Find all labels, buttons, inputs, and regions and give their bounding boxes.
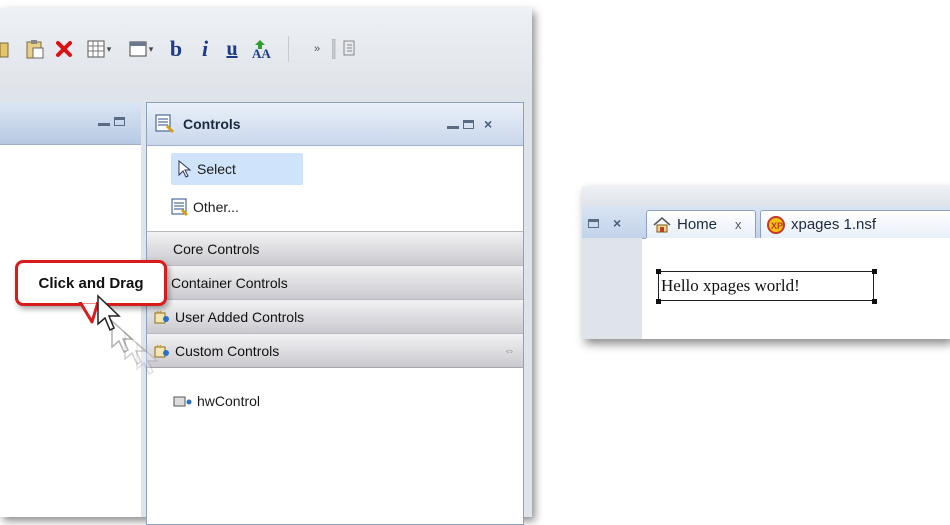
close-icon[interactable]: × <box>484 117 492 131</box>
italic-glyph: i <box>201 36 209 61</box>
tab-xpages-nsf[interactable]: XP xpages 1.nsf <box>760 210 950 238</box>
minimize-icon[interactable] <box>98 123 110 126</box>
hw-control-label: hwControl <box>197 393 261 409</box>
paste-icon[interactable] <box>24 38 46 60</box>
close-icon[interactable]: × <box>613 216 621 230</box>
panel-dropdown-icon[interactable]: ▾ <box>149 44 154 55</box>
home-icon <box>653 216 671 232</box>
other-label: Other... <box>193 199 239 215</box>
table-icon[interactable]: ▾ <box>82 38 116 60</box>
overflow-icon[interactable]: » <box>310 38 324 60</box>
maximize-icon[interactable] <box>463 119 474 129</box>
computed-text-control[interactable]: Hello xpages world! <box>658 271 874 301</box>
delete-icon[interactable] <box>54 38 74 60</box>
section-label: Core Controls <box>173 240 260 257</box>
section-container-controls[interactable]: Container Controls <box>147 265 523 300</box>
table-dropdown-icon[interactable]: ▾ <box>107 44 112 55</box>
nsf-icon: XP <box>767 215 785 234</box>
preview-top-bar <box>582 186 950 206</box>
tab-label: Home <box>677 216 718 233</box>
design-canvas[interactable]: Hello xpages world! <box>646 238 950 339</box>
controls-title: Controls <box>183 116 241 132</box>
controls-palette-icon <box>155 114 175 137</box>
section-user-added-controls[interactable]: User Added Controls <box>147 299 523 334</box>
section-label: User Added Controls <box>175 308 305 325</box>
other-controls-item[interactable]: Other... <box>171 198 239 216</box>
maximize-icon[interactable] <box>588 218 599 228</box>
editor-toolbar: ▾ ▾ b i u AA » <box>0 8 532 90</box>
editor-panel-header <box>0 102 141 145</box>
section-label: Container Controls <box>171 274 288 291</box>
expand-arrows-icon[interactable]: ⇔ <box>504 345 515 357</box>
panel-icon[interactable]: ▾ <box>124 38 158 60</box>
bold-glyph: b <box>169 36 183 61</box>
italic-icon[interactable]: i <box>196 36 214 61</box>
tab-close-icon[interactable]: x <box>735 217 742 232</box>
paste-icon-partial[interactable] <box>0 38 10 60</box>
pointer-icon <box>178 160 192 178</box>
resize-handle[interactable] <box>872 269 877 274</box>
tab-label: xpages 1.nsf <box>791 216 877 233</box>
controls-palette: Controls × Select Other... Core Controls… <box>146 102 524 525</box>
select-label: Select <box>197 161 236 177</box>
svg-text:XP: XP <box>771 221 783 231</box>
preview-window: × Home x XP xpages 1.nsf Hello xpages wo… <box>582 186 950 339</box>
design-text: Hello xpages world! <box>661 276 800 295</box>
svg-text:AA: AA <box>252 46 271 60</box>
section-core-controls[interactable]: Core Controls <box>147 231 523 266</box>
section-custom-controls[interactable]: Custom Controls ⇔ <box>147 333 523 368</box>
custom-control-item[interactable]: hwControl <box>173 393 260 409</box>
select-tool[interactable]: Select <box>171 153 303 185</box>
preview-left-strip <box>582 238 642 339</box>
font-size-icon[interactable]: AA <box>248 38 278 60</box>
resize-handle[interactable] <box>872 299 877 304</box>
underline-icon[interactable]: u <box>222 38 242 60</box>
section-label: Custom Controls <box>175 342 280 359</box>
view-icon[interactable] <box>342 38 360 60</box>
drag-cursor-icon <box>97 294 159 376</box>
bold-icon[interactable]: b <box>166 36 186 61</box>
resize-handle[interactable] <box>656 269 661 274</box>
controls-header: Controls × <box>147 103 523 146</box>
minimize-icon[interactable] <box>447 126 459 129</box>
tab-home[interactable]: Home x <box>646 210 756 238</box>
other-controls-icon <box>171 198 189 216</box>
maximize-icon[interactable] <box>114 116 125 126</box>
resize-handle[interactable] <box>656 299 661 304</box>
grip-icon <box>330 38 338 60</box>
toolbar-separator <box>288 36 289 62</box>
underline-glyph: u <box>226 37 238 60</box>
